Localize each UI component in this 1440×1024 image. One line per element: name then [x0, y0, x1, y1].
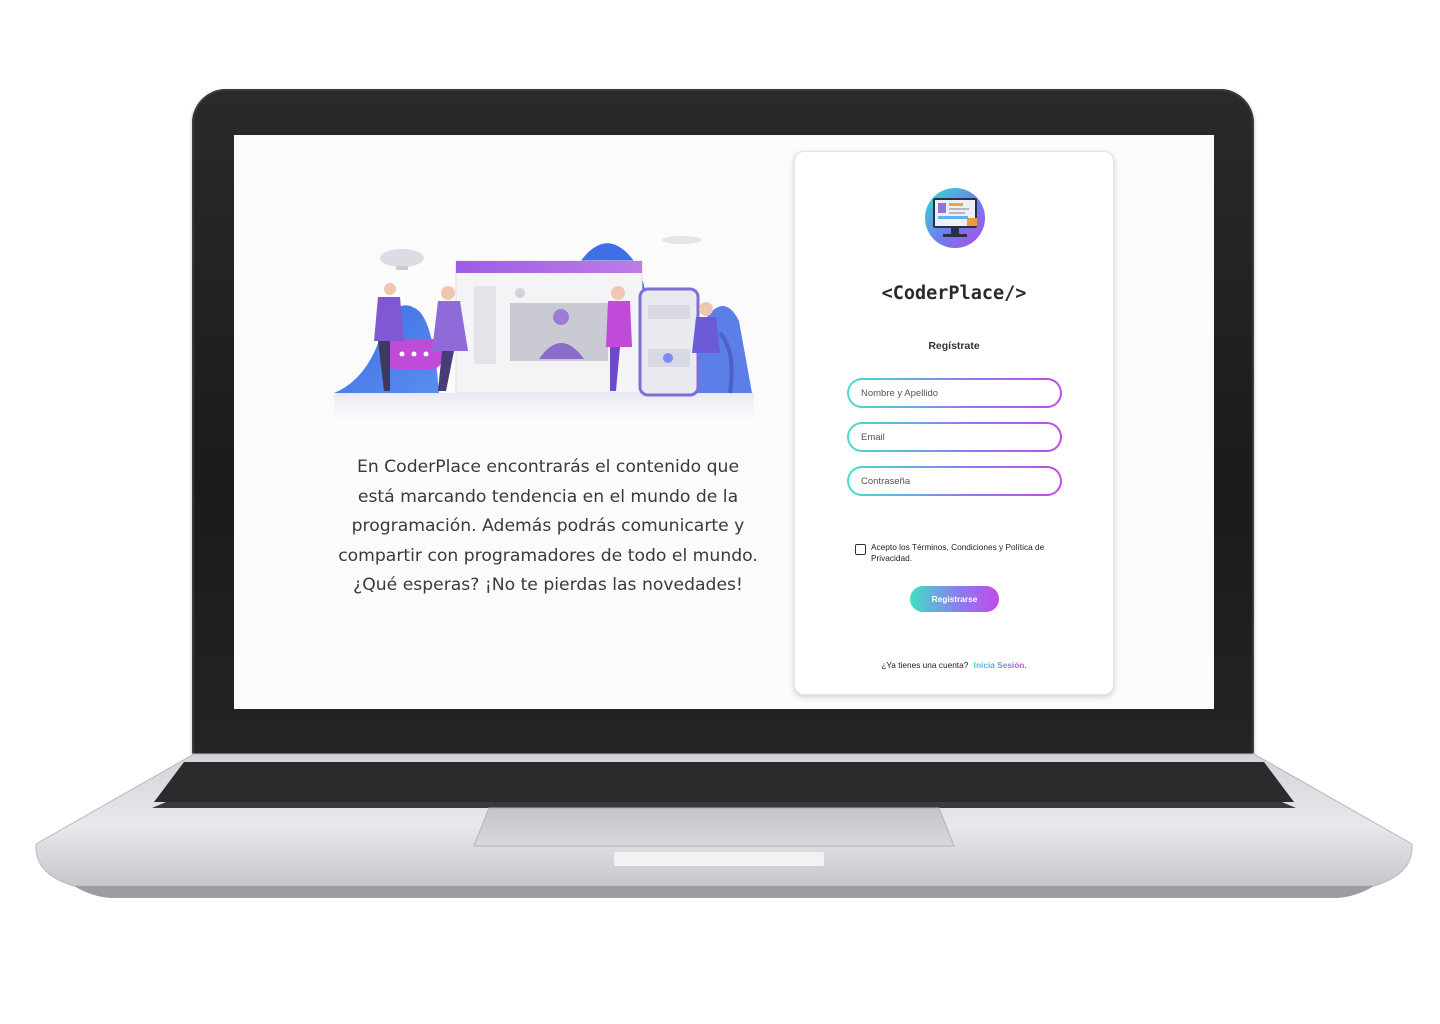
terms-row: Acepto los Términos, Condiciones y Polít…: [855, 542, 1055, 564]
email-input[interactable]: [849, 424, 1060, 450]
laptop-mockup: En CoderPlace encontrarás el contenido q…: [0, 0, 1440, 1024]
hero-illustration: [334, 231, 754, 431]
laptop-base: [34, 752, 1414, 898]
register-button[interactable]: Registrarse: [910, 586, 999, 612]
terms-label: Acepto los Términos, Condiciones y Polít…: [871, 542, 1045, 563]
name-input[interactable]: [849, 380, 1060, 406]
name-field-wrapper: [847, 378, 1062, 408]
hero-description: En CoderPlace encontrarás el contenido q…: [338, 457, 758, 595]
form-subtitle: Regístrate: [928, 340, 980, 352]
login-prompt: ¿Ya tienes una cuenta?: [881, 660, 969, 670]
password-field-wrapper: [847, 466, 1062, 496]
login-link[interactable]: Inicia Sesión.: [974, 660, 1027, 670]
email-field-wrapper: [847, 422, 1062, 452]
terms-checkbox[interactable]: [855, 544, 866, 555]
brand-title: <CoderPlace/>: [881, 283, 1027, 304]
brand-logo-icon: [925, 188, 985, 248]
login-prompt-row: ¿Ya tienes una cuenta? Inicia Sesión.: [795, 660, 1113, 670]
laptop-screen: En CoderPlace encontrarás el contenido q…: [234, 135, 1214, 709]
password-input[interactable]: [849, 468, 1060, 494]
register-card: <CoderPlace/> Regístrate Acepto los Térm…: [794, 151, 1114, 695]
